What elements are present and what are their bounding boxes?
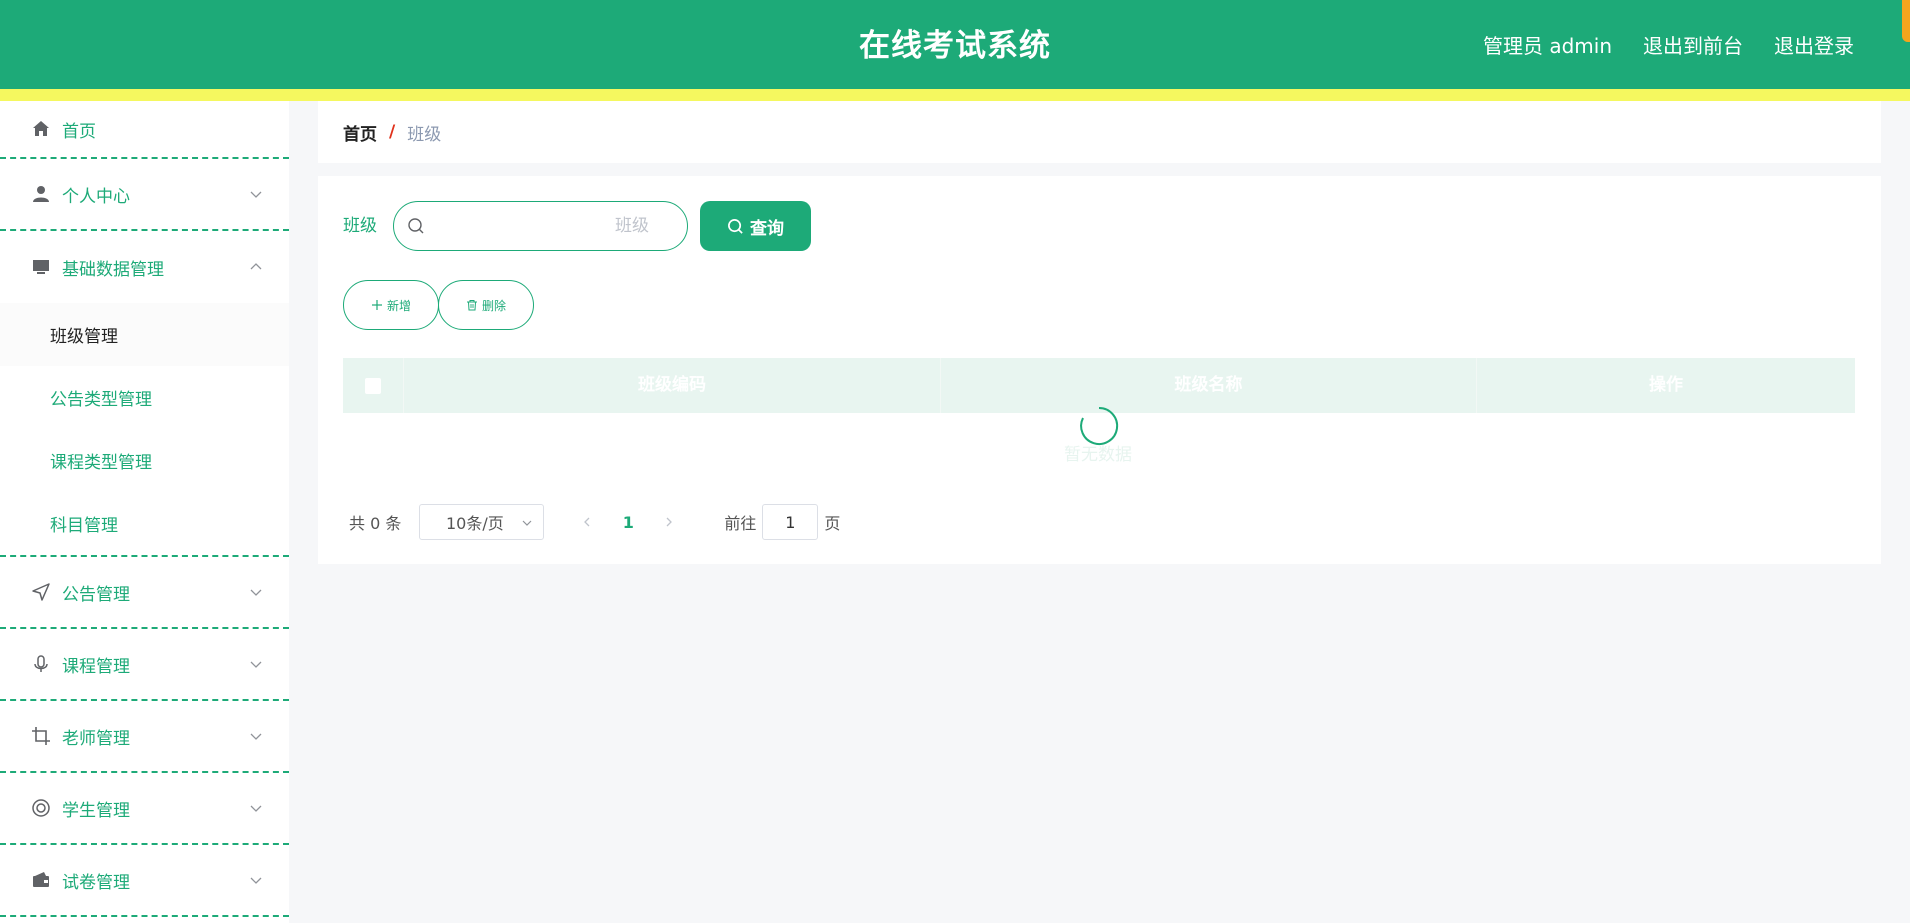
add-button-label: 新增 — [386, 298, 411, 313]
sidebar-group-basic-data: 基础数据管理 班级管理 公告类型管理 课程类型管理 科目管理 — [0, 231, 289, 557]
prev-page-button[interactable] — [572, 504, 602, 540]
query-button[interactable]: 查询 — [700, 201, 811, 251]
chevron-down-icon — [250, 191, 262, 198]
sidebar-item-label: 公告管理 — [62, 584, 130, 605]
plus-icon — [371, 300, 382, 310]
query-button-label: 查询 — [750, 218, 784, 239]
goto-label: 前往 — [724, 514, 757, 533]
chevron-down-icon — [522, 520, 532, 526]
sidebar-item-notice[interactable]: 公告管理 — [0, 557, 289, 629]
chevron-left-icon — [584, 517, 590, 527]
lifebuoy-icon — [30, 797, 52, 819]
microphone-icon — [30, 653, 52, 675]
empty-text: 暂无数据 — [1064, 445, 1132, 465]
search-icon — [728, 218, 743, 234]
column-header-class-code[interactable]: 班级编码 — [404, 358, 941, 413]
sidebar-item-teacher[interactable]: 老师管理 — [0, 701, 289, 773]
sidebar-subitem-class[interactable]: 班级管理 — [0, 303, 289, 366]
sidebar-item-label: 学生管理 — [62, 800, 130, 821]
chevron-down-icon — [250, 733, 262, 740]
top-header: 在线考试系统 管理员 admin 退出到前台 退出登录 — [0, 0, 1910, 89]
breadcrumb-home[interactable]: 首页 — [343, 120, 377, 145]
chevron-down-icon — [250, 661, 262, 668]
sidebar-item-paper[interactable]: 试卷管理 — [0, 845, 289, 917]
sidebar-item-home[interactable]: 首页 — [0, 101, 289, 159]
sidebar-item-label: 老师管理 — [62, 728, 130, 749]
pagination: 共 0 条 10条/页 1 前往 页 — [349, 504, 840, 540]
chevron-right-icon — [666, 517, 673, 527]
sidebar-subitem-subject[interactable]: 科目管理 — [0, 492, 289, 555]
page-size-select[interactable]: 10条/页 — [419, 504, 545, 540]
search-label: 班级 — [343, 216, 377, 236]
sidebar-item-student[interactable]: 学生管理 — [0, 773, 289, 845]
delete-button[interactable]: 删除 — [438, 280, 534, 330]
delete-button-label: 删除 — [481, 298, 506, 313]
select-all-checkbox[interactable] — [365, 377, 381, 394]
breadcrumb-current: 班级 — [407, 124, 442, 145]
monitor-icon — [30, 256, 52, 278]
page-size-value: 10条/页 — [445, 514, 504, 533]
chevron-down-icon — [250, 805, 262, 812]
admin-label: 管理员 admin — [1482, 34, 1612, 58]
exit-to-front-link[interactable]: 退出到前台 — [1643, 30, 1743, 59]
add-button[interactable]: 新增 — [343, 280, 439, 330]
sidebar-subitem-course-type[interactable]: 课程类型管理 — [0, 429, 289, 492]
column-header-operation: 操作 — [1649, 375, 1683, 395]
sidebar-item-label: 试卷管理 — [62, 872, 130, 893]
next-page-button[interactable] — [654, 504, 684, 540]
page-number-current[interactable]: 1 — [602, 513, 654, 532]
sidebar-item-basic-data[interactable]: 基础数据管理 — [0, 231, 289, 303]
breadcrumb: 首页 / 班级 — [318, 101, 1881, 163]
header-links: 管理员 admin 退出到前台 退出登录 — [1483, 0, 1854, 89]
sidebar-item-label: 个人中心 — [62, 186, 130, 207]
sidebar-item-label: 基础数据管理 — [62, 259, 164, 280]
search-input[interactable] — [425, 203, 687, 249]
select-all-cell — [343, 358, 404, 413]
sidebar-item-label: 课程管理 — [62, 656, 130, 677]
sidebar-subitem-notice-type[interactable]: 公告类型管理 — [0, 366, 289, 429]
trash-icon — [466, 300, 477, 311]
wallet-icon — [30, 869, 52, 891]
goto-page-input[interactable] — [762, 504, 819, 540]
sidebar-item-course[interactable]: 课程管理 — [0, 629, 289, 701]
page-unit-label: 页 — [824, 514, 841, 533]
header-stripe — [0, 89, 1910, 101]
user-icon — [30, 183, 52, 205]
pagination-total: 共 0 条 — [349, 514, 402, 533]
chevron-up-icon — [250, 263, 262, 270]
breadcrumb-separator: / — [389, 122, 396, 142]
crop-icon — [30, 725, 52, 747]
chevron-down-icon — [250, 589, 262, 596]
search-icon — [408, 218, 424, 234]
column-header-class-name[interactable]: 班级名称 — [941, 358, 1477, 413]
corner-tab[interactable] — [1902, 0, 1910, 42]
send-icon — [30, 581, 52, 603]
chevron-down-icon — [250, 877, 262, 884]
sidebar-item-label: 首页 — [62, 121, 96, 142]
main-panel: 班级 查询 新增 删除 班级编码 班级名称 操作 暂无数据 共 0 条 10条/… — [318, 176, 1881, 564]
sidebar: 首页 个人中心 基础数据管理 班级管理 公告类型管理 课程类型管理 科目管理 公… — [0, 101, 289, 923]
logout-link[interactable]: 退出登录 — [1774, 30, 1854, 59]
sidebar-submenu: 班级管理 公告类型管理 课程类型管理 科目管理 — [0, 303, 289, 557]
home-icon — [30, 118, 52, 140]
sidebar-item-personal-center[interactable]: 个人中心 — [0, 159, 289, 231]
search-box[interactable] — [393, 201, 688, 251]
